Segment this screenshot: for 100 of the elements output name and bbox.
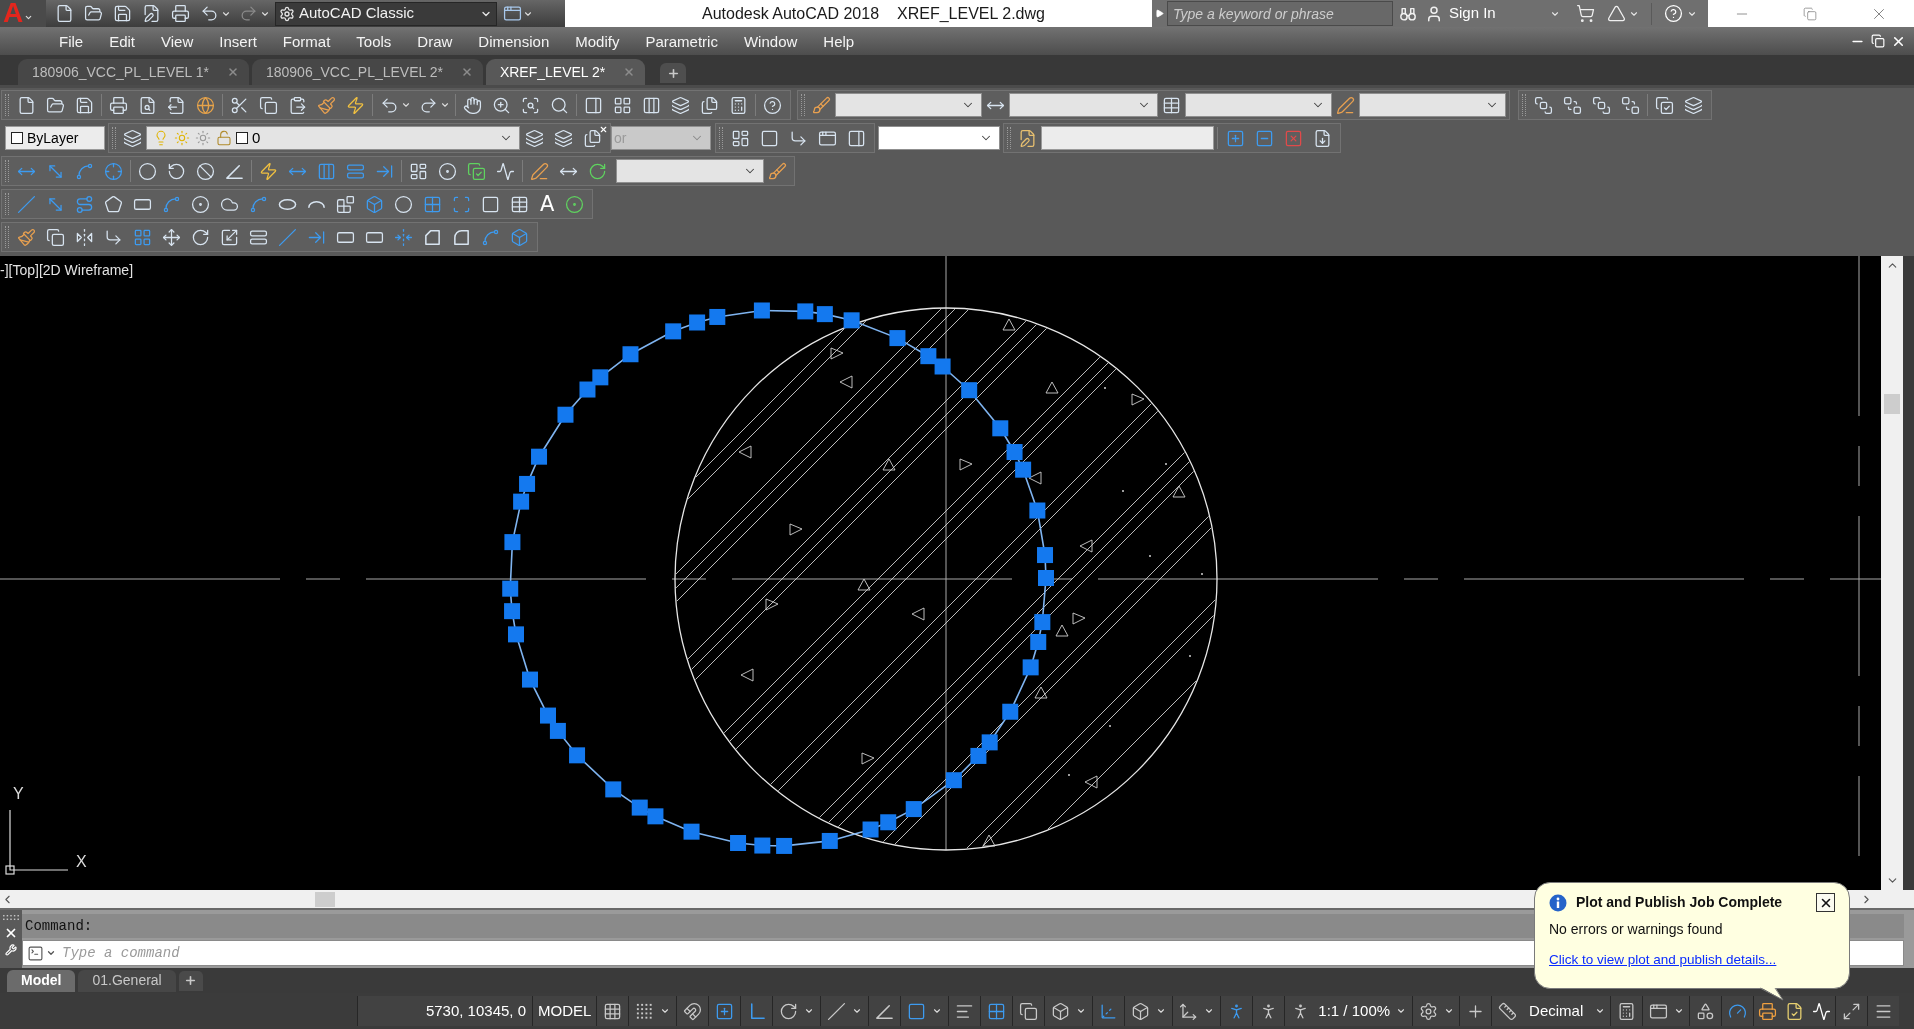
scrollbar-thumb[interactable] <box>315 891 335 907</box>
cart-icon[interactable] <box>1575 4 1595 23</box>
caret-icon[interactable] <box>440 100 450 110</box>
style-dropdown[interactable] <box>1359 93 1506 117</box>
window-icon[interactable] <box>503 4 522 23</box>
layout-tab[interactable]: 01.General <box>78 969 176 992</box>
cube-icon[interactable] <box>1131 1001 1151 1021</box>
squares-check-icon[interactable] <box>1655 95 1674 115</box>
page-icon[interactable] <box>55 4 74 23</box>
mirror-triangles-icon[interactable] <box>75 227 94 247</box>
close-button[interactable] <box>1816 893 1835 912</box>
caret-icon[interactable] <box>1076 1006 1087 1016</box>
layers-icon[interactable] <box>123 128 142 148</box>
menu-item[interactable]: Help <box>810 33 868 49</box>
caret-icon[interactable] <box>401 100 411 110</box>
caret-icon[interactable] <box>804 1006 815 1016</box>
circle-slash-icon[interactable] <box>196 161 215 181</box>
menu-item[interactable]: View <box>148 33 207 49</box>
caret-icon[interactable] <box>1444 1006 1455 1016</box>
stacked-squares-icon[interactable] <box>1534 95 1553 115</box>
undo-icon[interactable] <box>200 4 219 23</box>
menu-item[interactable]: Edit <box>96 33 149 49</box>
stacked-squares-icon[interactable] <box>1592 95 1611 115</box>
style-dropdown[interactable] <box>616 159 764 183</box>
pulse-icon[interactable] <box>496 161 515 181</box>
move-arrows-icon[interactable] <box>162 227 181 247</box>
scale-icon[interactable] <box>220 227 239 247</box>
caret-icon[interactable] <box>46 948 56 958</box>
grip-dots-icon[interactable] <box>2 913 20 922</box>
rotate-icon[interactable] <box>588 161 607 181</box>
circle-icon[interactable] <box>394 194 413 214</box>
rotate-icon[interactable] <box>779 1001 799 1021</box>
brush-icon[interactable] <box>317 95 336 115</box>
printer-icon[interactable] <box>1758 1001 1778 1021</box>
close-icon[interactable] <box>4 926 18 940</box>
document-tab[interactable]: 180906_VCC_PL_LEVEL 1* <box>18 59 249 85</box>
folder-icon[interactable] <box>46 95 65 115</box>
caret-icon[interactable] <box>1674 1006 1685 1016</box>
axes-arrows-icon[interactable] <box>1179 1001 1199 1021</box>
style-dropdown[interactable] <box>835 93 982 117</box>
table-icon[interactable] <box>510 194 529 214</box>
calculator-icon[interactable] <box>729 95 748 115</box>
layers-icon[interactable] <box>1684 95 1703 115</box>
blocks-icon[interactable] <box>336 194 355 214</box>
panel-icon[interactable] <box>847 128 866 148</box>
workspace-dropdown[interactable]: AutoCAD Classic <box>275 1 497 26</box>
rotate-left-icon[interactable] <box>167 161 186 181</box>
cube-icon[interactable] <box>1051 1001 1071 1021</box>
stacked-squares-icon[interactable] <box>1019 1001 1039 1021</box>
magnifier-icon[interactable] <box>550 95 569 115</box>
stacked-pages-icon[interactable] <box>700 95 719 115</box>
page-pencil-icon[interactable] <box>1018 128 1037 148</box>
search-field[interactable]: Type a keyword or phrase <box>1167 1 1393 26</box>
color-dropdown[interactable]: ByLayer <box>5 126 105 150</box>
stacked-pages-icon[interactable] <box>583 128 602 148</box>
shapes-icon[interactable] <box>1696 1001 1716 1021</box>
menu-item[interactable]: Window <box>730 33 811 49</box>
document-tab[interactable]: 180906_VCC_PL_LEVEL 2* <box>251 59 483 85</box>
model-space-button[interactable]: MODEL <box>538 999 592 1023</box>
circle-icon[interactable] <box>138 161 157 181</box>
squares-check-icon[interactable] <box>467 161 486 181</box>
menu-item[interactable]: Parametric <box>632 33 731 49</box>
dashboard-icon[interactable] <box>409 161 428 181</box>
page-search-icon[interactable] <box>138 95 157 115</box>
brush-icon[interactable] <box>17 227 36 247</box>
text-field[interactable] <box>1041 126 1214 150</box>
triangle-icon[interactable] <box>1606 4 1626 23</box>
copy-icon[interactable] <box>259 95 278 115</box>
caret-icon[interactable] <box>1204 1006 1215 1016</box>
page-down-icon[interactable] <box>1313 128 1332 148</box>
slash-icon[interactable] <box>827 1001 847 1021</box>
expand-icon[interactable] <box>1842 1001 1862 1021</box>
help-icon[interactable] <box>763 95 782 115</box>
rotate-icon[interactable] <box>191 227 210 247</box>
style-dropdown[interactable] <box>1009 93 1158 117</box>
new-layout-button[interactable] <box>178 970 203 991</box>
zoom-in-icon[interactable] <box>492 95 511 115</box>
style-dropdown[interactable] <box>1185 93 1332 117</box>
layers-icon[interactable] <box>554 128 573 148</box>
menu-item[interactable]: Format <box>269 33 344 49</box>
menu-item[interactable]: Insert <box>206 33 270 49</box>
copy-icon[interactable] <box>46 227 65 247</box>
square-icon[interactable] <box>760 128 779 148</box>
fillet-icon[interactable] <box>452 227 471 247</box>
circle-dot-icon[interactable] <box>565 194 585 214</box>
scan-magnifier-icon[interactable] <box>521 95 540 115</box>
grid-icon[interactable] <box>613 95 632 115</box>
page-arrow-icon[interactable] <box>167 95 186 115</box>
page-icon[interactable] <box>17 95 36 115</box>
menu-item[interactable]: Modify <box>562 33 633 49</box>
scrollbar-thumb[interactable] <box>1884 394 1900 414</box>
gear-icon[interactable] <box>1419 1001 1439 1021</box>
menu-item[interactable]: Dimension <box>465 33 563 49</box>
caret-icon[interactable] <box>660 1006 671 1016</box>
vertical-scrollbar[interactable] <box>1881 256 1903 890</box>
viewport-controls[interactable]: -][Top][2D Wireframe] <box>0 260 134 281</box>
caret-icon[interactable] <box>932 1006 943 1016</box>
brush-icon[interactable] <box>768 161 787 181</box>
text-tool[interactable]: A <box>540 193 555 215</box>
chamfer-icon[interactable] <box>423 227 442 247</box>
